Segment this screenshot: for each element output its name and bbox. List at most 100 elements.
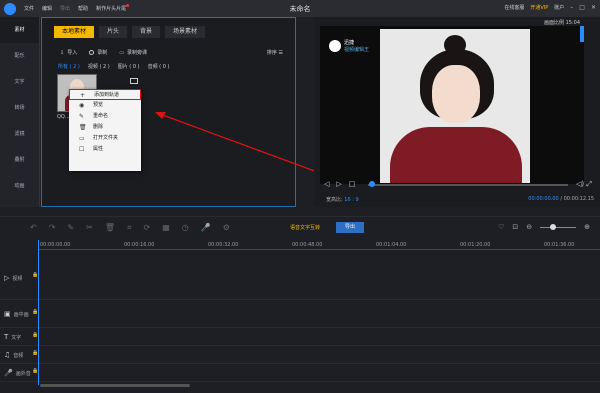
- aspect-ratio-value[interactable]: 16 : 9: [344, 197, 358, 203]
- duration-icon[interactable]: ◷: [182, 223, 189, 233]
- rotate-icon[interactable]: ⟳: [143, 223, 150, 233]
- context-delete[interactable]: 🗑 删除: [69, 122, 141, 133]
- sidebar-item-overlay[interactable]: 叠附: [0, 147, 39, 173]
- context-add-to-track[interactable]: + 添加到轨道: [69, 89, 141, 100]
- mic-icon: ▭: [119, 49, 124, 56]
- zoom-slider[interactable]: [540, 223, 577, 230]
- track-voiceover[interactable]: 🎤 画外音 🔒: [0, 364, 600, 382]
- video-frame-image: [380, 29, 530, 183]
- mic-icon[interactable]: 🎤: [201, 223, 211, 233]
- context-open-folder[interactable]: ▭ 打开文件夹: [69, 133, 141, 144]
- aspect-ratio-display: 宽高比: 16 : 9: [326, 197, 359, 203]
- track-video[interactable]: ▷ 视频 🔒: [0, 252, 600, 300]
- watermark-logo-icon: [329, 40, 341, 52]
- track-audio[interactable]: ♫ 音频 🔒: [0, 346, 600, 364]
- import-button[interactable]: ⇩ 导入: [60, 49, 77, 57]
- context-properties[interactable]: ☐ 属性: [69, 144, 141, 155]
- pencil-icon: ✎: [79, 113, 85, 120]
- ruler-tick: 00:01:36.00: [544, 242, 575, 248]
- record-mic-button[interactable]: ▭ 录制旁课: [119, 49, 147, 57]
- sidebar-item-animation[interactable]: 动画: [0, 173, 39, 199]
- ruler-tick: 00:01:04.00: [376, 242, 407, 248]
- ruler-tick: 00:00:48.00: [292, 242, 323, 248]
- delete-icon[interactable]: 🗑: [105, 223, 115, 233]
- mic-track-icon: 🎤: [4, 369, 13, 377]
- ruler-tick: 00:00:32.00: [208, 242, 239, 248]
- time-display: 00:00:00.00 / 00:00:12.15: [528, 196, 594, 202]
- timeline-playhead[interactable]: [38, 240, 39, 385]
- close-icon[interactable]: ✕: [591, 4, 596, 11]
- volume-icon[interactable]: ◁): [576, 180, 584, 188]
- pip-track-icon: ▣: [4, 310, 11, 318]
- account-button[interactable]: 账户: [554, 4, 564, 11]
- tab-background[interactable]: 背景: [132, 26, 161, 38]
- import-icon: ⇩: [60, 49, 65, 56]
- folder-icon: ▭: [79, 135, 85, 142]
- record-icon: [89, 50, 95, 55]
- tab-scene-media[interactable]: 场景素材: [165, 26, 206, 38]
- preview-scrollbar[interactable]: [580, 26, 584, 42]
- filter-video[interactable]: 视频 ( 2 ): [88, 63, 110, 70]
- zoom-in-icon[interactable]: ⊕: [584, 223, 590, 231]
- filter-audio[interactable]: 音频 ( 0 ): [148, 63, 170, 70]
- context-rename[interactable]: ✎ 重命名: [69, 111, 141, 122]
- sidebar-item-text[interactable]: 文字: [0, 69, 39, 95]
- filter-all[interactable]: 所有 ( 2 ): [58, 63, 80, 70]
- fullscreen-icon[interactable]: ⤢: [586, 180, 592, 188]
- sidebar-item-music[interactable]: 配乐: [0, 43, 39, 69]
- minimize-icon[interactable]: –: [570, 4, 573, 11]
- timeline-toolbar: ↶ ↷ ✎ ✂ 🗑 ⌗ ⟳ ▦ ◷ 🎤 ⚙ 语音文字互转 导出 ♡ ⊡ ⊖ ⊕: [0, 216, 600, 238]
- maximize-icon[interactable]: □: [579, 4, 585, 11]
- eye-icon: ◉: [79, 102, 85, 109]
- aspect-ratio-readout: 画面比例 15:04: [544, 20, 580, 26]
- tab-intro[interactable]: 片头: [99, 26, 128, 38]
- edit-icon[interactable]: ✎: [67, 223, 74, 233]
- sort-button[interactable]: 排序 ☰: [267, 49, 283, 56]
- ruler-tick: 00:00:00.00: [40, 242, 71, 248]
- mosaic-icon[interactable]: ▦: [162, 223, 170, 233]
- watermark: 迅捷 视频编辑王: [329, 39, 369, 53]
- preview-panel: 画面比例 15:04 迅捷 视频编辑王 ◁ ▷ □ ◁) ⤢ 宽高比: 16 :…: [314, 17, 600, 207]
- ruler-tick: 00:01:20.00: [460, 242, 491, 248]
- fit-icon[interactable]: ⊡: [512, 223, 518, 231]
- filter-image[interactable]: 图片 ( 0 ): [118, 63, 140, 70]
- settings-icon[interactable]: ⚙: [223, 223, 230, 233]
- export-button[interactable]: 导出: [336, 222, 364, 233]
- stop-icon[interactable]: □: [349, 180, 356, 188]
- redo-icon[interactable]: ↷: [49, 223, 56, 233]
- track-pip[interactable]: ▣ 画中画 🔒: [0, 300, 600, 328]
- crop-icon[interactable]: ⌗: [127, 223, 132, 233]
- context-menu: + 添加到轨道 ◉ 预览 ✎ 重命名 🗑 删除 ▭ 打开文件夹 ☐ 属性: [69, 89, 141, 171]
- media-thumbnail-label: QQ...: [57, 114, 70, 120]
- sidebar-item-filter[interactable]: 滤镜: [0, 121, 39, 147]
- undo-icon[interactable]: ↶: [30, 223, 37, 233]
- video-track-icon: ▷: [4, 274, 10, 282]
- video-preview[interactable]: 迅捷 视频编辑王: [320, 26, 584, 184]
- record-button[interactable]: 录制: [89, 49, 107, 56]
- marker-icon[interactable]: ♡: [498, 223, 504, 231]
- properties-icon: ☐: [79, 146, 85, 153]
- speech-to-text-button[interactable]: 语音文字互转: [290, 224, 320, 231]
- sidebar-item-transition[interactable]: 转场: [0, 95, 39, 121]
- category-sidebar: 素材 配乐 文字 转场 滤镜 叠附 动画: [0, 17, 40, 207]
- vip-button[interactable]: 开通VIP: [530, 4, 548, 11]
- trash-icon: 🗑: [79, 124, 87, 131]
- sidebar-item-media[interactable]: 素材: [0, 17, 39, 43]
- title-bar: 文件 编辑 导出 帮助 制作片头片尾 未命名 在线客服 开通VIP 账户 – □…: [0, 0, 600, 17]
- context-preview[interactable]: ◉ 预览: [69, 100, 141, 111]
- track-text[interactable]: T 文字 🔒: [0, 328, 600, 346]
- thumbnail-edit-icon[interactable]: [130, 78, 138, 84]
- play-icon[interactable]: ▷: [336, 180, 341, 188]
- prev-frame-icon[interactable]: ◁: [324, 180, 329, 188]
- list-icon: ☰: [278, 50, 283, 56]
- music-track-icon: ♫: [4, 351, 11, 359]
- tab-local-media[interactable]: 本地素材: [54, 26, 95, 38]
- cut-icon[interactable]: ✂: [86, 223, 93, 233]
- playback-knob[interactable]: [369, 181, 375, 187]
- playback-progress[interactable]: [368, 184, 568, 186]
- zoom-out-icon[interactable]: ⊖: [526, 223, 532, 231]
- timeline-scrollbar[interactable]: [40, 384, 190, 387]
- text-track-icon: T: [4, 333, 9, 341]
- online-service-link[interactable]: 在线客服: [504, 4, 524, 11]
- timeline-ruler[interactable]: 00:00:00.00 00:00:16.00 00:00:32.00 00:0…: [38, 240, 600, 250]
